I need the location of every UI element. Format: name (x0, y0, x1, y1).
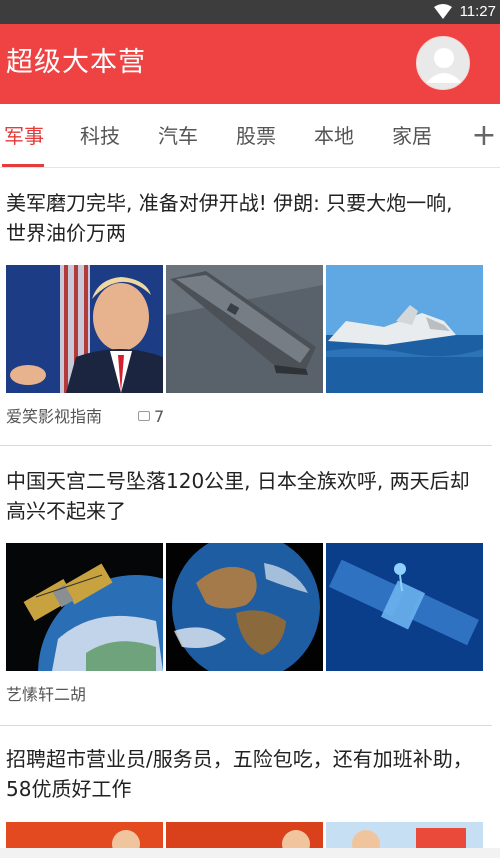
tab-local[interactable]: 本地 (304, 104, 364, 168)
status-time: 11:27 (459, 3, 496, 20)
news-image-recruitment-1[interactable] (6, 822, 163, 848)
category-tabs: 军事 科技 汽车 股票 本地 家居 + (0, 104, 500, 168)
tab-military[interactable]: 军事 (0, 104, 54, 168)
tab-technology[interactable]: 科技 (70, 104, 130, 168)
news-item[interactable]: 美军磨刀完毕, 准备对伊开战! 伊朗: 只要大炮一响, 世界油价万两 爱笑影视指… (0, 168, 500, 446)
wifi-icon (434, 4, 452, 19)
news-source: 爱笑影视指南 (6, 407, 103, 426)
news-image-earth-from-space[interactable] (166, 543, 323, 671)
news-image-blue-satellite[interactable] (326, 543, 483, 671)
news-headline[interactable]: 美军磨刀完毕, 准备对伊开战! 伊朗: 只要大炮一响, 世界油价万两 (6, 188, 476, 248)
user-avatar-icon[interactable] (416, 36, 470, 90)
news-image-satellite-earth[interactable] (6, 543, 163, 671)
news-item[interactable]: 中国天宫二号坠落120公里, 日本全族欢呼, 两天后却高兴不起来了 艺愫轩二胡 (0, 446, 500, 726)
news-image-recruitment-2[interactable] (166, 822, 323, 848)
news-image-aircraft-carrier[interactable] (166, 265, 323, 393)
news-image-sinking-ship[interactable] (326, 265, 483, 393)
tab-home[interactable]: 家居 (382, 104, 442, 168)
news-image-recruitment-3[interactable] (326, 822, 483, 848)
news-item[interactable]: 招聘超市营业员/服务员，五险包吃，还有加班补助，58优质好工作 (0, 726, 500, 848)
news-source: 艺愫轩二胡 (6, 685, 87, 704)
news-headline[interactable]: 中国天宫二号坠落120公里, 日本全族欢呼, 两天后却高兴不起来了 (6, 466, 476, 526)
app-bar: 超级大本营 (0, 24, 500, 104)
status-bar: 11:27 (0, 0, 500, 24)
tab-cars[interactable]: 汽车 (148, 104, 208, 168)
news-headline[interactable]: 招聘超市营业员/服务员，五险包吃，还有加班补助，58优质好工作 (6, 744, 476, 804)
news-image-politician[interactable] (6, 265, 163, 393)
bottom-bar (0, 848, 500, 858)
comment-icon (138, 411, 150, 421)
add-tab-button[interactable]: + (468, 104, 500, 168)
active-tab-indicator (2, 164, 44, 167)
tab-stocks[interactable]: 股票 (226, 104, 286, 168)
comment-count: 7 (138, 407, 164, 427)
app-title: 超级大本营 (6, 47, 146, 78)
